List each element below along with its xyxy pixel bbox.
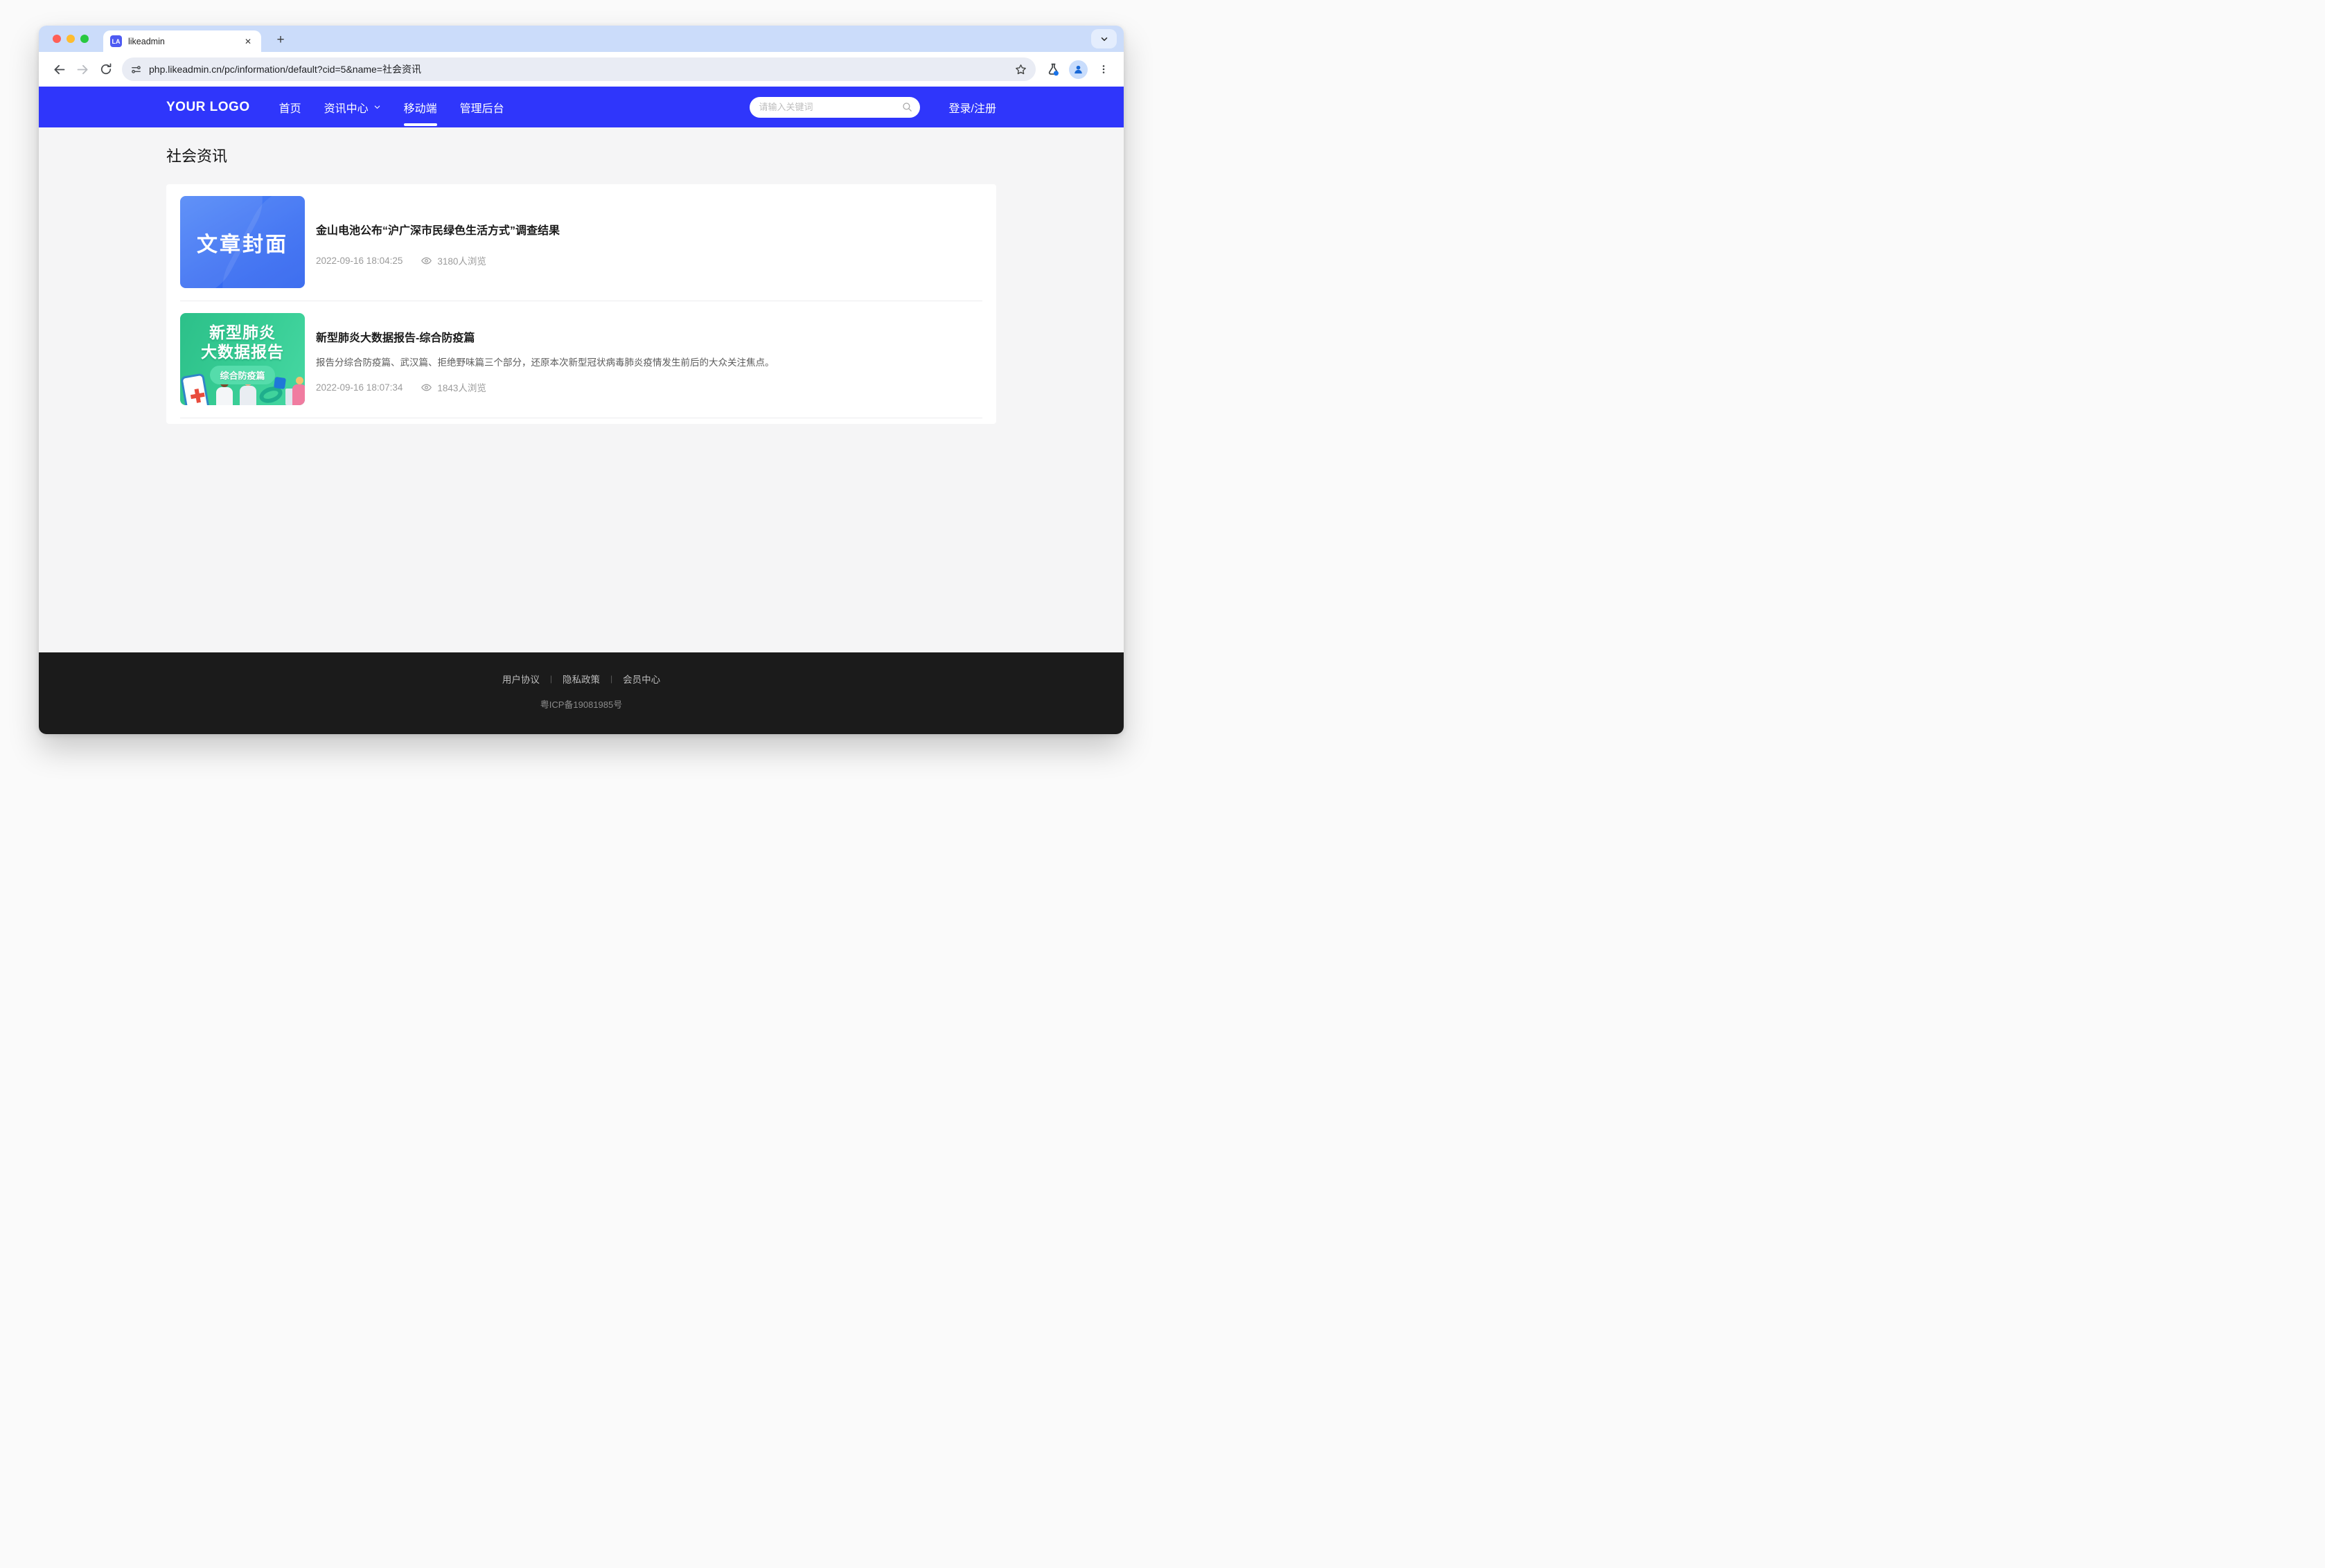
desktop-background: LA likeadmin ✕ + php.likeadmin.cn/pc/i <box>0 0 1162 784</box>
url-text[interactable]: php.likeadmin.cn/pc/information/default?… <box>149 62 1014 76</box>
article-cover-image[interactable]: 新型肺炎 大数据报告 综合防疫篇 <box>180 313 305 405</box>
phone-medical-icon <box>180 373 211 405</box>
tab-title: likeadmin <box>128 37 242 46</box>
new-tab-button[interactable]: + <box>271 31 290 51</box>
person-icon <box>1072 64 1084 75</box>
browser-window: LA likeadmin ✕ + php.likeadmin.cn/pc/i <box>39 26 1124 734</box>
search-icon[interactable] <box>901 101 913 113</box>
close-window-button[interactable] <box>53 35 61 43</box>
reload-button[interactable] <box>94 57 118 81</box>
article-cover-image[interactable]: 文章封面 <box>180 196 305 288</box>
nav-menu: 首页 资讯中心 移动端 管理后台 <box>279 93 504 122</box>
browser-menu-icon[interactable] <box>1092 57 1115 81</box>
experiments-flask-icon[interactable] <box>1041 57 1065 81</box>
nav-item-admin[interactable]: 管理后台 <box>460 93 504 122</box>
profile-avatar[interactable] <box>1069 60 1088 79</box>
nav-item-home[interactable]: 首页 <box>279 93 301 122</box>
site-navbar: YOUR LOGO 首页 资讯中心 移动端 <box>39 87 1124 127</box>
article-list-card: 文章封面 金山电池公布“沪广深市民绿色生活方式”调查结果 2022-09-16 … <box>166 184 996 424</box>
nav-item-mobile[interactable]: 移动端 <box>404 93 437 122</box>
footer-separator: | <box>610 674 612 684</box>
page-title: 社会资讯 <box>166 127 996 166</box>
back-button[interactable] <box>47 57 71 81</box>
article-row[interactable]: 文章封面 金山电池公布“沪广深市民绿色生活方式”调查结果 2022-09-16 … <box>180 184 982 301</box>
footer-link-privacy-policy[interactable]: 隐私政策 <box>563 672 600 686</box>
tab-favicon: LA <box>110 35 122 47</box>
search-input[interactable] <box>759 102 901 112</box>
footer-link-member-center[interactable]: 会员中心 <box>623 672 660 686</box>
forward-button[interactable] <box>71 57 94 81</box>
browser-tab[interactable]: LA likeadmin ✕ <box>103 30 261 52</box>
page-content: 社会资讯 文章封面 金山电池公布“沪广深市民绿色生活方式”调查结果 2022-0… <box>39 127 1124 652</box>
footer-separator: | <box>550 674 552 684</box>
minimize-window-button[interactable] <box>67 35 75 43</box>
login-register-link[interactable]: 登录/注册 <box>949 99 996 116</box>
article-date: 2022-09-16 18:04:25 <box>316 256 403 266</box>
close-tab-icon[interactable]: ✕ <box>242 35 254 48</box>
nav-item-news-center[interactable]: 资讯中心 <box>324 93 381 122</box>
zoom-window-button[interactable] <box>80 35 89 43</box>
footer-link-user-agreement[interactable]: 用户协议 <box>502 672 540 686</box>
article-title[interactable]: 新型肺炎大数据报告-综合防疫篇 <box>316 328 982 345</box>
article-meta: 2022-09-16 18:04:25 3180人浏览 <box>316 253 982 267</box>
website-viewport: YOUR LOGO 首页 资讯中心 移动端 <box>39 87 1124 734</box>
article-views: 3180人浏览 <box>437 253 486 267</box>
article-description: 报告分综合防疫篇、武汉篇、拒绝野味篇三个部分，还原本次新型冠状病毒肺炎疫情发生前… <box>316 356 982 369</box>
address-bar[interactable]: php.likeadmin.cn/pc/information/default?… <box>122 57 1036 81</box>
tab-search-button[interactable] <box>1091 29 1117 48</box>
site-logo[interactable]: YOUR LOGO <box>166 100 250 115</box>
chevron-down-icon <box>373 103 381 111</box>
keyword-search-box[interactable] <box>750 97 920 118</box>
article-meta: 2022-09-16 18:07:34 1843人浏览 <box>316 380 982 394</box>
site-settings-icon[interactable] <box>130 64 142 75</box>
eye-icon <box>421 382 432 393</box>
article-row[interactable]: 新型肺炎 大数据报告 综合防疫篇 <box>180 301 982 418</box>
icp-record-number: 粤ICP备19081985号 <box>39 697 1124 711</box>
chevron-down-icon <box>1099 34 1109 44</box>
site-footer: 用户协议 | 隐私政策 | 会员中心 粤ICP备19081985号 <box>39 652 1124 734</box>
cover-badge: 综合防疫篇 <box>210 366 274 384</box>
article-views: 1843人浏览 <box>437 380 486 394</box>
browser-toolbar: php.likeadmin.cn/pc/information/default?… <box>39 52 1124 87</box>
bookmark-star-icon[interactable] <box>1014 63 1027 76</box>
window-controls <box>53 35 89 43</box>
article-date: 2022-09-16 18:07:34 <box>316 382 403 393</box>
toolbar-right-icons <box>1041 57 1115 81</box>
article-title[interactable]: 金山电池公布“沪广深市民绿色生活方式”调查结果 <box>316 221 982 238</box>
tab-strip: LA likeadmin ✕ + <box>39 26 1124 52</box>
eye-icon <box>421 255 432 267</box>
fingerprint-icon <box>274 377 286 389</box>
